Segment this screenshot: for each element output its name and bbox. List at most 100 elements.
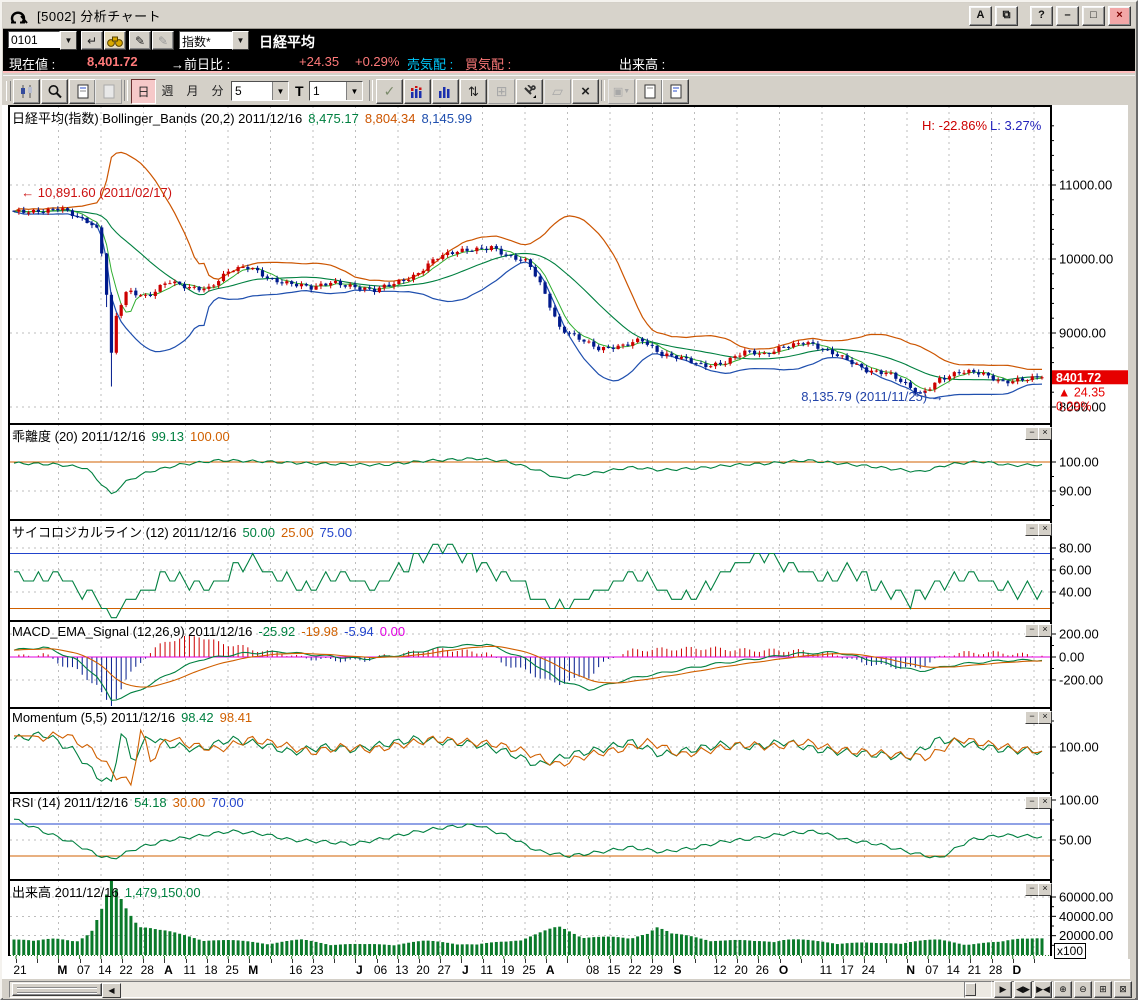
tick-chart-label: T bbox=[295, 83, 304, 99]
indicator-value: 99.13 bbox=[151, 429, 184, 444]
chart-nav-button-4[interactable]: ⊖ bbox=[1074, 981, 1092, 998]
indicator-value: 54.18 bbox=[134, 795, 167, 810]
svg-text:10000.00: 10000.00 bbox=[1059, 252, 1113, 267]
volume-bars-button[interactable] bbox=[432, 79, 459, 104]
panel-close-button-rsi[interactable]: × bbox=[1038, 796, 1052, 809]
title-bar[interactable]: [5002] 分析チャート A ⧉ ? – □ × bbox=[3, 3, 1135, 29]
x-axis-tick bbox=[270, 959, 272, 963]
x-axis-label: 16 bbox=[289, 963, 303, 977]
panel-close-button-psy[interactable]: × bbox=[1038, 523, 1052, 536]
panel-minimize-button-volume[interactable]: − bbox=[1025, 883, 1039, 896]
chart-nav-button-2[interactable]: ▶◀ bbox=[1034, 981, 1052, 998]
zoom-slider[interactable] bbox=[964, 981, 992, 998]
period-weekly-button[interactable]: 週 bbox=[156, 79, 179, 102]
settings-wrench-button[interactable] bbox=[516, 79, 543, 104]
chart-nav-button-5[interactable]: ⊞ bbox=[1094, 981, 1112, 998]
layout-windows-button[interactable]: ⧉ bbox=[995, 5, 1018, 26]
grid-layout-button[interactable]: ⊞ bbox=[488, 79, 515, 104]
minute-select[interactable]: 5 ▼ bbox=[231, 81, 289, 101]
indicator-value: 30.00 bbox=[172, 795, 206, 810]
toolbar-grip[interactable] bbox=[6, 81, 11, 101]
period-daily-button[interactable]: 日 bbox=[131, 79, 156, 104]
category-select[interactable]: 指数* bbox=[179, 31, 233, 49]
panel-close-button-momentum[interactable]: × bbox=[1038, 711, 1052, 724]
chevron-down-icon[interactable]: ▼ bbox=[346, 82, 362, 100]
chart-nav-button-1[interactable]: ◀▶ bbox=[1014, 981, 1032, 998]
close-button[interactable]: × bbox=[1108, 5, 1131, 26]
zoom-slider-thumb[interactable] bbox=[965, 983, 976, 996]
panel-title: 出来高 2011/12/16 bbox=[12, 885, 119, 900]
help-button[interactable]: ? bbox=[1030, 5, 1053, 26]
x-axis-label: 21 bbox=[13, 963, 27, 977]
chart-nav-button-6[interactable]: ⊠ bbox=[1114, 981, 1132, 998]
panel-close-button-kairi[interactable]: × bbox=[1038, 427, 1052, 440]
zoom-button[interactable] bbox=[41, 79, 68, 104]
window-select-button[interactable]: ▣ ▼ bbox=[608, 79, 635, 104]
x-axis-tick bbox=[567, 959, 569, 963]
pen-disabled-icon: ✎ bbox=[157, 33, 169, 48]
panel-close-button-volume[interactable]: × bbox=[1038, 883, 1052, 896]
x-axis-label: 14 bbox=[946, 963, 960, 977]
eraser-button[interactable]: ▱ bbox=[544, 79, 571, 104]
panel-minimize-button-kairi[interactable]: − bbox=[1025, 427, 1039, 440]
panel-close-button-macd[interactable]: × bbox=[1038, 624, 1052, 637]
minimize-button[interactable]: – bbox=[1056, 5, 1079, 26]
delete-button[interactable]: × bbox=[572, 79, 599, 104]
x-axis-label: 11 bbox=[183, 963, 196, 977]
scrollbar-thumb[interactable] bbox=[12, 983, 102, 996]
x-axis-label: M bbox=[57, 963, 68, 977]
memo-button[interactable]: ✎ bbox=[129, 31, 151, 50]
change-percent: +0.29% bbox=[355, 54, 400, 69]
panel-title: サイコロジカルライン (12) 2011/12/16 bbox=[12, 525, 237, 540]
svg-text:60.00: 60.00 bbox=[1059, 563, 1092, 578]
panel-title: Momentum (5,5) 2011/12/16 bbox=[12, 710, 176, 725]
indicator-value: -5.94 bbox=[344, 624, 374, 639]
x-axis-label: 20 bbox=[416, 963, 430, 977]
page-disabled-button[interactable] bbox=[95, 79, 122, 104]
minute-select-value: 5 bbox=[235, 84, 242, 98]
panel-minimize-button-psy[interactable]: − bbox=[1025, 523, 1039, 536]
chart-nav-button-0[interactable]: ▶ bbox=[994, 981, 1012, 998]
enter-button[interactable]: ↵ bbox=[81, 31, 103, 50]
window-title: [5002] 分析チャート bbox=[37, 9, 162, 24]
panel-header-psy: サイコロジカルライン (12) 2011/12/16 50.00 25.00 75.0… bbox=[12, 522, 358, 541]
chart-nav-button-3[interactable]: ⊕ bbox=[1054, 981, 1072, 998]
symbol-code-input[interactable] bbox=[8, 31, 60, 48]
scroll-left-button[interactable]: ◀ bbox=[102, 983, 121, 998]
panel-header-rsi: RSI (14) 2011/12/16 54.18 30.00 70.00 bbox=[12, 795, 250, 810]
indicator-value: -25.92 bbox=[258, 624, 296, 639]
tick-select[interactable]: 1 ▼ bbox=[309, 81, 363, 101]
svg-text:200.00: 200.00 bbox=[1059, 627, 1099, 642]
x-axis-label: 12 bbox=[713, 963, 727, 977]
period-minute-button[interactable]: 分 bbox=[206, 79, 229, 102]
svg-text:20000.00: 20000.00 bbox=[1059, 928, 1113, 943]
horizontal-scrollbar[interactable]: ◀ bbox=[9, 981, 1053, 998]
font-button[interactable]: A bbox=[969, 5, 992, 26]
titlebar-spacer bbox=[1021, 6, 1027, 26]
copy-page-button[interactable] bbox=[636, 79, 663, 104]
category-dropdown[interactable]: ▼ bbox=[232, 31, 249, 50]
panel-minimize-button-macd[interactable]: − bbox=[1025, 624, 1039, 637]
search-binoculars-button[interactable] bbox=[104, 31, 126, 50]
x-axis-label: 24 bbox=[861, 963, 876, 977]
panel-minimize-button-rsi[interactable]: − bbox=[1025, 796, 1039, 809]
candlestick-type-button[interactable] bbox=[13, 79, 40, 104]
new-chart-page-button[interactable] bbox=[662, 79, 689, 104]
trendline-button[interactable]: ✓ bbox=[376, 79, 403, 104]
sort-updown-button[interactable]: ⇅ bbox=[460, 79, 487, 104]
draw-off-button[interactable]: ✎ bbox=[152, 31, 174, 50]
compare-chart-button[interactable] bbox=[404, 79, 431, 104]
candlestick-icon bbox=[20, 85, 32, 98]
binoculars-icon bbox=[107, 36, 123, 47]
new-page-button[interactable] bbox=[69, 79, 96, 104]
maximize-button[interactable]: □ bbox=[1082, 5, 1105, 26]
chevron-down-icon[interactable]: ▼ bbox=[272, 82, 288, 100]
symbol-code-dropdown[interactable]: ▼ bbox=[60, 31, 77, 50]
period-monthly-button[interactable]: 月 bbox=[181, 79, 204, 102]
x-axis-tick bbox=[37, 959, 39, 963]
x-axis-label: N bbox=[906, 963, 916, 977]
svg-text:9000.00: 9000.00 bbox=[1059, 326, 1106, 341]
chart-nav-buttons: ▶ ◀▶ ▶◀ ⊕ ⊖ ⊞ ⊠ bbox=[964, 981, 1132, 998]
x-axis-label: M bbox=[248, 963, 259, 977]
panel-minimize-button-momentum[interactable]: − bbox=[1025, 711, 1039, 724]
